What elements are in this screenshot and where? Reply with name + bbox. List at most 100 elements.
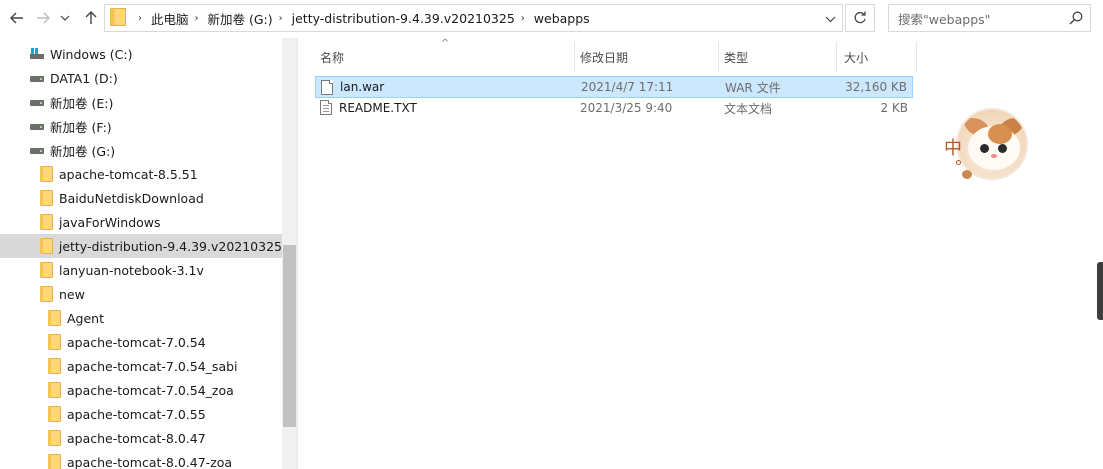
windows-drive-icon <box>30 48 44 60</box>
nav-item-label: 新加卷 (F:) <box>50 119 112 135</box>
nav-item-label: apache-tomcat-8.0.47-zoa <box>67 454 233 469</box>
folder-icon <box>48 406 61 422</box>
file-explorer-window: › 此电脑 › 新加卷 (G:) › jetty-distribution-9.… <box>0 0 1103 469</box>
nav-item-folder[interactable]: new <box>40 282 282 306</box>
folder-icon <box>40 214 53 230</box>
nav-item-folder[interactable]: apache-tomcat-8.0.47 <box>48 426 282 450</box>
folder-icon <box>48 310 61 326</box>
breadcrumb-separator-icon[interactable]: › <box>521 13 525 24</box>
breadcrumb-drive-g[interactable]: 新加卷 (G:) <box>208 9 273 28</box>
search-icon[interactable] <box>1069 11 1083 28</box>
file-date: 2021/4/7 17:11 <box>581 80 674 94</box>
nav-item-label: apache-tomcat-8.5.51 <box>59 166 198 182</box>
file-name: lan.war <box>340 80 385 94</box>
arrow-left-icon <box>10 12 23 24</box>
chevron-down-icon <box>825 16 836 23</box>
breadcrumb-separator-icon[interactable]: › <box>279 13 283 24</box>
text-file-icon <box>320 100 332 115</box>
up-button[interactable] <box>80 7 102 29</box>
nav-item-folder[interactable]: apache-tomcat-8.5.51 <box>40 162 282 186</box>
column-header-date[interactable]: 修改日期 <box>580 42 718 72</box>
nav-item-label: BaiduNetdiskDownload <box>59 190 204 206</box>
refresh-button[interactable] <box>845 4 875 32</box>
edge-panel-handle[interactable] <box>1097 262 1103 320</box>
column-header-size[interactable]: 大小 <box>844 42 916 72</box>
nav-item-folder[interactable]: Agent <box>48 306 282 330</box>
file-date: 2021/3/25 9:40 <box>580 101 673 115</box>
folder-icon <box>110 7 126 29</box>
folder-icon <box>48 454 61 469</box>
nav-item-folder[interactable]: lanyuan-notebook-3.1v <box>40 258 282 282</box>
address-history-button[interactable] <box>825 12 836 26</box>
nav-item-folder[interactable]: apache-tomcat-8.0.47-zoa <box>48 450 282 469</box>
folder-icon <box>40 286 53 302</box>
nav-item-label: lanyuan-notebook-3.1v <box>59 262 204 278</box>
recent-locations-button[interactable] <box>58 7 72 29</box>
column-header-name[interactable]: 名称 <box>320 42 574 72</box>
file-row-selected[interactable]: lan.war 2021/4/7 17:11 WAR 文件 32,160 KB <box>315 76 913 98</box>
file-type: 文本文档 <box>724 101 773 116</box>
column-divider[interactable] <box>836 42 837 72</box>
column-divider[interactable] <box>916 42 917 72</box>
nav-item-label: apache-tomcat-7.0.54_zoa <box>67 382 234 398</box>
breadcrumb-separator-icon[interactable]: › <box>195 13 199 24</box>
file-size: 2 KB <box>880 101 908 115</box>
folder-icon <box>48 334 61 350</box>
hard-drive-icon <box>30 145 44 155</box>
address-toolbar: › 此电脑 › 新加卷 (G:) › jetty-distribution-9.… <box>0 0 1103 38</box>
nav-item-label: new <box>59 286 85 302</box>
nav-item-drive-f[interactable]: 新加卷 (F:) <box>30 114 282 138</box>
hard-drive-icon <box>30 97 44 107</box>
nav-item-label: Agent <box>67 310 104 326</box>
column-header-label: 修改日期 <box>580 50 629 65</box>
refresh-icon <box>854 11 866 24</box>
ime-status-widget[interactable]: 中 <box>940 104 1032 188</box>
breadcrumb-separator-icon: › <box>138 12 142 24</box>
breadcrumb-webapps[interactable]: webapps <box>534 11 590 26</box>
nav-item-folder[interactable]: BaiduNetdiskDownload <box>40 186 282 210</box>
arrow-up-icon <box>85 11 97 24</box>
nav-scrollbar-thumb[interactable] <box>283 245 296 427</box>
breadcrumb-jetty[interactable]: jetty-distribution-9.4.39.v20210325 <box>292 11 515 26</box>
column-header-label: 大小 <box>844 50 869 65</box>
nav-item-label: javaForWindows <box>59 214 161 230</box>
back-button[interactable] <box>6 7 28 29</box>
column-header-type[interactable]: 类型 <box>724 42 836 72</box>
breadcrumb-this-pc[interactable]: 此电脑 <box>151 9 189 28</box>
file-size: 32,160 KB <box>845 80 907 94</box>
nav-item-folder[interactable]: apache-tomcat-7.0.54 <box>48 330 282 354</box>
file-name: README.TXT <box>339 101 417 115</box>
nav-item-folder[interactable]: apache-tomcat-7.0.55 <box>48 402 282 426</box>
column-divider[interactable] <box>718 42 719 72</box>
nav-item-folder[interactable]: apache-tomcat-7.0.54_zoa <box>48 378 282 402</box>
folder-icon <box>40 190 53 206</box>
nav-item-folder[interactable]: apache-tomcat-7.0.54_sabi <box>48 354 282 378</box>
nav-item-folder[interactable]: javaForWindows <box>40 210 282 234</box>
nav-item-label: apache-tomcat-7.0.55 <box>67 406 206 422</box>
nav-item-label: DATA1 (D:) <box>50 70 118 86</box>
nav-item-label: Windows (C:) <box>50 46 133 62</box>
column-divider[interactable] <box>574 42 575 72</box>
nav-item-drive-d[interactable]: DATA1 (D:) <box>30 66 282 90</box>
ime-mode-label: 中 <box>944 138 962 159</box>
folder-icon <box>48 430 61 446</box>
nav-item-label: 新加卷 (E:) <box>50 95 114 111</box>
search-box[interactable]: 搜索"webapps" <box>888 4 1091 32</box>
navigation-pane: Windows (C:) DATA1 (D:) 新加卷 (E:) 新加卷 (F:… <box>0 38 297 469</box>
column-header-label: 类型 <box>724 50 749 65</box>
nav-item-label: apache-tomcat-7.0.54 <box>67 334 206 350</box>
folder-icon <box>48 382 61 398</box>
file-row[interactable]: README.TXT 2021/3/25 9:40 文本文档 2 KB <box>315 97 913 119</box>
nav-item-drive-e[interactable]: 新加卷 (E:) <box>30 90 282 114</box>
hard-drive-icon <box>30 121 44 131</box>
folder-icon <box>48 358 61 374</box>
address-bar[interactable]: › 此电脑 › 新加卷 (G:) › jetty-distribution-9.… <box>104 4 843 32</box>
arrow-right-icon <box>37 12 50 24</box>
nav-item-drive-c[interactable]: Windows (C:) <box>30 42 282 66</box>
file-list: ^ 名称 修改日期 类型 大小 lan.war 2021/4/7 17:11 W… <box>298 38 1103 469</box>
file-icon <box>321 80 333 95</box>
nav-item-drive-g[interactable]: 新加卷 (G:) <box>30 138 282 162</box>
nav-item-folder-selected[interactable]: jetty-distribution-9.4.39.v20210325 <box>0 234 282 258</box>
forward-button[interactable] <box>32 7 54 29</box>
folder-icon <box>40 262 53 278</box>
